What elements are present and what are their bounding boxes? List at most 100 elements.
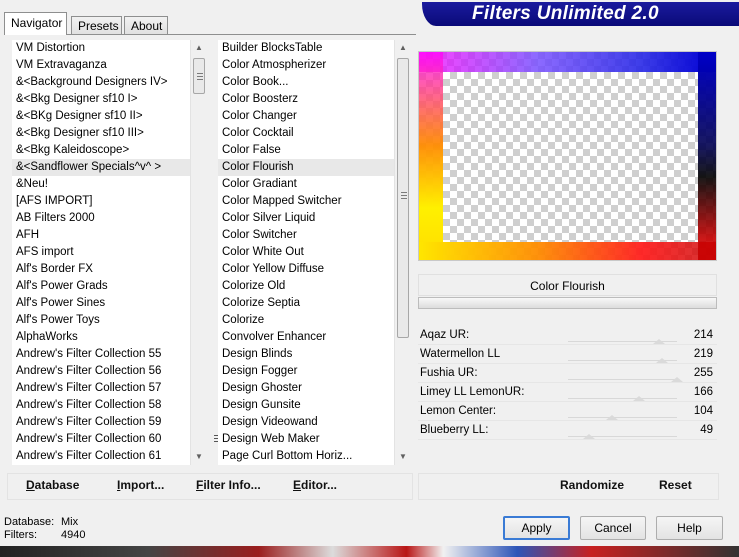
- list-item[interactable]: VM Extravaganza: [12, 57, 190, 74]
- tab-presets[interactable]: Presets: [71, 16, 122, 35]
- tab-navigator-label: Navigator: [11, 16, 63, 30]
- list-item[interactable]: Color Mapped Switcher: [218, 193, 394, 210]
- list-item[interactable]: Andrew's Filter Collection 61: [12, 448, 190, 465]
- list-item[interactable]: AlphaWorks: [12, 329, 190, 346]
- list-item[interactable]: Color False: [218, 142, 394, 159]
- filter-info-button[interactable]: Filter Info...: [196, 478, 261, 492]
- list-item[interactable]: Alf's Border FX: [12, 261, 190, 278]
- list-item[interactable]: Design Web Maker: [218, 431, 394, 448]
- param-knob[interactable]: [582, 434, 595, 439]
- list-item[interactable]: Builder BlocksTable: [218, 40, 394, 57]
- list-item[interactable]: Colorize Old: [218, 278, 394, 295]
- param-track[interactable]: [568, 417, 677, 418]
- progress-bar: [418, 297, 717, 309]
- list-item[interactable]: &<Bkg Designer sf10 I>: [12, 91, 190, 108]
- status-area: Database: Mix Filters: 4940: [4, 516, 85, 542]
- list-item[interactable]: Design Videowand: [218, 414, 394, 431]
- list-item[interactable]: [AFS IMPORT]: [12, 193, 190, 210]
- list-drag-handle[interactable]: [214, 435, 218, 445]
- category-list-scrollbar[interactable]: ▲ ▼: [190, 40, 206, 465]
- param-knob[interactable]: [655, 358, 668, 363]
- param-knob[interactable]: [671, 377, 683, 382]
- param-slider[interactable]: Fushia UR: 255: [418, 364, 717, 382]
- list-item[interactable]: AFS import: [12, 244, 190, 261]
- list-item[interactable]: Colorize Septia: [218, 295, 394, 312]
- help-button[interactable]: Help: [656, 516, 723, 540]
- list-item[interactable]: AFH: [12, 227, 190, 244]
- list-item[interactable]: Color Book...: [218, 74, 394, 91]
- list-item[interactable]: &<Bkg Kaleidoscope>: [12, 142, 190, 159]
- list-item[interactable]: &<Sandflower Specials^v^ >: [12, 159, 190, 176]
- status-database-label: Database:: [4, 516, 55, 528]
- list-item[interactable]: VM Distortion: [12, 40, 190, 57]
- param-slider[interactable]: Limey LL LemonUR: 166: [418, 383, 717, 401]
- scroll-down-icon[interactable]: ▼: [191, 449, 207, 465]
- list-item[interactable]: Color Switcher: [218, 227, 394, 244]
- scroll-up-icon[interactable]: ▲: [395, 40, 411, 56]
- reset-button[interactable]: Reset: [659, 478, 692, 492]
- database-button[interactable]: Database: [26, 478, 79, 492]
- list-item[interactable]: &<Background Designers IV>: [12, 74, 190, 91]
- list-item[interactable]: Design Ghoster: [218, 380, 394, 397]
- list-item[interactable]: Design Blinds: [218, 346, 394, 363]
- randomize-button[interactable]: Randomize: [560, 478, 624, 492]
- list-item[interactable]: Andrew's Filter Collection 56: [12, 363, 190, 380]
- scroll-up-icon[interactable]: ▲: [191, 40, 207, 56]
- param-value: 104: [693, 405, 713, 417]
- list-item[interactable]: Andrew's Filter Collection 60: [12, 431, 190, 448]
- filter-scroll-thumb[interactable]: [397, 58, 409, 338]
- param-slider[interactable]: Aqaz UR: 214: [418, 326, 717, 344]
- list-item[interactable]: Color Gradiant: [218, 176, 394, 193]
- tab-navigator[interactable]: Navigator: [4, 12, 67, 35]
- apply-button[interactable]: Apply: [503, 516, 570, 540]
- list-item[interactable]: &<Bkg Designer sf10 III>: [12, 125, 190, 142]
- list-item[interactable]: Color Atmospherizer: [218, 57, 394, 74]
- param-value: 166: [693, 386, 713, 398]
- list-item[interactable]: &Neu!: [12, 176, 190, 193]
- current-filter-name: Color Flourish: [418, 274, 717, 296]
- status-filters-value: 4940: [61, 529, 86, 541]
- list-item[interactable]: Alf's Power Grads: [12, 278, 190, 295]
- cancel-button[interactable]: Cancel: [580, 516, 646, 540]
- list-item[interactable]: Design Gunsite: [218, 397, 394, 414]
- list-item[interactable]: Colorize: [218, 312, 394, 329]
- param-label: Limey LL LemonUR:: [420, 386, 525, 398]
- category-scroll-thumb[interactable]: [193, 58, 205, 94]
- list-item[interactable]: Alf's Power Sines: [12, 295, 190, 312]
- category-list[interactable]: VM Distortion VM Extravaganza &<Background…: [12, 40, 190, 465]
- list-item[interactable]: AB Filters 2000: [12, 210, 190, 227]
- param-knob[interactable]: [632, 396, 645, 401]
- list-item[interactable]: Design Fogger: [218, 363, 394, 380]
- param-track[interactable]: [568, 398, 677, 399]
- list-item[interactable]: Andrew's Filter Collection 58: [12, 397, 190, 414]
- list-item[interactable]: Convolver Enhancer: [218, 329, 394, 346]
- list-item[interactable]: Andrew's Filter Collection 59: [12, 414, 190, 431]
- list-item[interactable]: Color Changer: [218, 108, 394, 125]
- param-knob[interactable]: [606, 415, 619, 420]
- list-item[interactable]: Color White Out: [218, 244, 394, 261]
- list-item[interactable]: Andrew's Filter Collection 55: [12, 346, 190, 363]
- list-item[interactable]: Andrew's Filter Collection 57: [12, 380, 190, 397]
- filter-list[interactable]: Builder BlocksTable Color Atmospherizer Co…: [218, 40, 394, 465]
- list-item[interactable]: Page Curl Bottom Horiz...: [218, 448, 394, 465]
- param-slider[interactable]: Watermellon LL 219: [418, 345, 717, 363]
- tab-about-label: About: [131, 19, 163, 33]
- left-toolbar: Database Import... Filter Info... Editor…: [7, 473, 413, 500]
- import-button[interactable]: Import...: [117, 478, 164, 492]
- list-item[interactable]: Color Boosterz: [218, 91, 394, 108]
- list-item[interactable]: Alf's Power Toys: [12, 312, 190, 329]
- editor-button[interactable]: Editor...: [293, 478, 337, 492]
- tab-about[interactable]: About: [124, 16, 168, 35]
- param-track[interactable]: [568, 379, 677, 380]
- list-item[interactable]: Color Cocktail: [218, 125, 394, 142]
- param-slider[interactable]: Blueberry LL: 49: [418, 421, 717, 439]
- scroll-down-icon[interactable]: ▼: [395, 449, 411, 465]
- status-filters-label: Filters:: [4, 529, 37, 541]
- filter-list-scrollbar[interactable]: ▲ ▼: [394, 40, 410, 465]
- param-knob[interactable]: [653, 339, 666, 344]
- list-item[interactable]: Color Flourish: [218, 159, 394, 176]
- list-item[interactable]: Color Yellow Diffuse: [218, 261, 394, 278]
- param-slider[interactable]: Lemon Center: 104: [418, 402, 717, 420]
- list-item[interactable]: Color Silver Liquid: [218, 210, 394, 227]
- list-item[interactable]: &<BKg Designer sf10 II>: [12, 108, 190, 125]
